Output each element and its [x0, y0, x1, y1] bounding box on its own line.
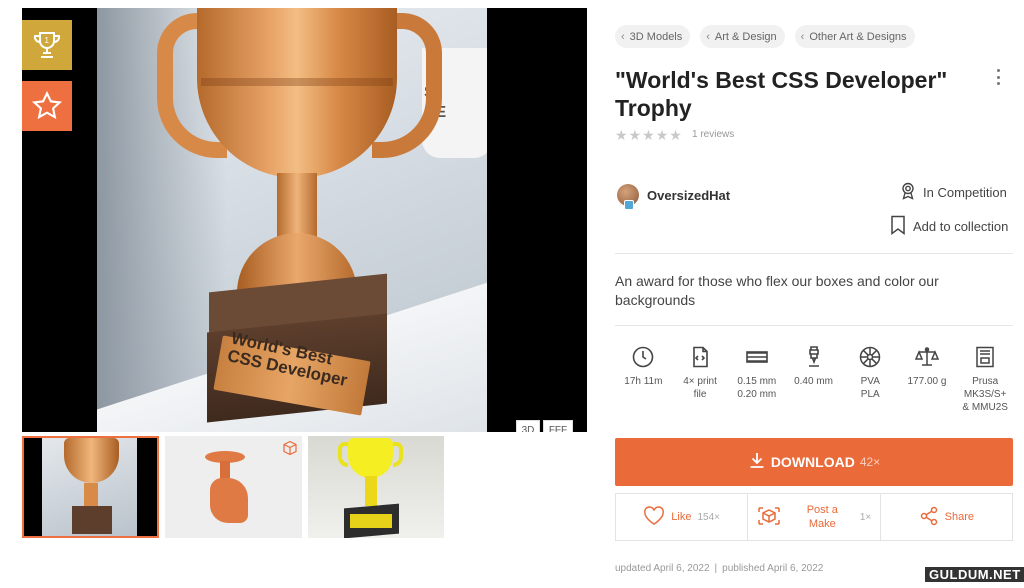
spec-print-files: 4× print file: [672, 345, 729, 414]
chevron-left-icon: ‹: [800, 30, 805, 43]
in-competition-link[interactable]: In Competition: [900, 182, 1007, 203]
spec-nozzle: 0.40 mm: [785, 345, 842, 414]
star-icon: ★: [669, 127, 682, 143]
author[interactable]: OversizedHat: [617, 184, 730, 210]
spec-layer-height: 0.15 mm 0.20 mm: [728, 345, 785, 414]
award-ribbon-icon: [900, 182, 916, 203]
thumbnail-3d-render[interactable]: [165, 436, 302, 538]
spec-printer: Prusa MK3S/S+ & MMU2S: [955, 345, 1015, 414]
post-a-make-button[interactable]: Post a Make 1×: [748, 494, 881, 540]
bookmark-icon: [890, 215, 906, 238]
share-icon: [919, 506, 939, 529]
more-options-icon[interactable]: [992, 66, 1004, 88]
divider: [615, 325, 1013, 326]
filament-spool-icon: [859, 346, 881, 368]
make-cube-icon: [757, 506, 781, 529]
breadcrumb-3d-models[interactable]: ‹ 3D Models: [615, 25, 691, 48]
main-model-image[interactable]: S NE World's Best CSS Developer 1 3D FFF: [22, 8, 587, 432]
thumbnail-photo[interactable]: [22, 436, 159, 538]
share-button[interactable]: Share: [881, 494, 1012, 540]
download-icon: [748, 451, 766, 474]
breadcrumb: ‹ 3D Models ‹ Art & Design ‹ Other Art &…: [615, 25, 915, 48]
trophy-cup: [197, 8, 397, 178]
clock-icon: [633, 346, 654, 368]
heart-icon: [643, 505, 665, 529]
watermark: GULDUM.NET: [925, 567, 1024, 582]
star-icon: ★: [655, 127, 669, 143]
page-title: "World's Best CSS Developer" Trophy: [615, 67, 948, 121]
3d-cube-icon: [282, 440, 298, 461]
model-description: An award for those who flex our boxes an…: [615, 273, 939, 308]
like-button[interactable]: Like 154×: [616, 494, 749, 540]
updated-date: updated April 6, 2022: [615, 563, 710, 574]
svg-text:1: 1: [45, 36, 50, 45]
star-icon: ★: [642, 127, 655, 143]
reviews-link[interactable]: 1 reviews: [692, 129, 734, 140]
rating-stars[interactable]: ★ ★ ★ ★ ★: [615, 127, 682, 144]
avatar[interactable]: [617, 184, 639, 210]
view-fff-button[interactable]: FFF: [543, 420, 573, 432]
publish-dates: updated April 6, 2022 | published April …: [615, 563, 824, 574]
thumbnail-color-render[interactable]: [308, 436, 444, 538]
published-date: published April 6, 2022: [722, 563, 824, 574]
chevron-left-icon: ‹: [621, 30, 625, 43]
star-badge-icon[interactable]: [22, 81, 72, 131]
star-icon: ★: [628, 127, 642, 143]
print-file-icon: [693, 346, 708, 368]
trophy-badge-icon[interactable]: 1: [22, 20, 72, 70]
layer-height-icon: [745, 351, 768, 363]
user-badge-icon: [624, 200, 634, 210]
spec-filament: PVA PLA: [842, 345, 899, 414]
breadcrumb-art-design[interactable]: ‹ Art & Design: [700, 25, 785, 48]
divider: [615, 253, 1013, 254]
chevron-left-icon: ‹: [706, 30, 710, 43]
view-3d-button[interactable]: 3D: [516, 420, 540, 432]
print-specs: 17h 11m 4× print file 0.15 mm 0.20 mm 0.…: [615, 345, 1015, 414]
star-icon: ★: [615, 127, 628, 143]
spec-print-time: 17h 11m: [615, 345, 672, 414]
nozzle-icon: [808, 346, 819, 367]
add-to-collection-button[interactable]: Add to collection: [890, 215, 1008, 238]
printer-icon: [976, 346, 994, 368]
author-name[interactable]: OversizedHat: [647, 188, 730, 203]
social-actions: Like 154× Post a Make 1× Share: [615, 493, 1013, 541]
breadcrumb-other-art[interactable]: ‹ Other Art & Designs: [794, 25, 915, 48]
download-button[interactable]: DOWNLOAD 42×: [615, 438, 1013, 486]
scale-icon: [914, 347, 939, 366]
spec-weight: 177.00 g: [899, 345, 956, 414]
trophy-photo: S NE World's Best CSS Developer: [97, 8, 487, 432]
